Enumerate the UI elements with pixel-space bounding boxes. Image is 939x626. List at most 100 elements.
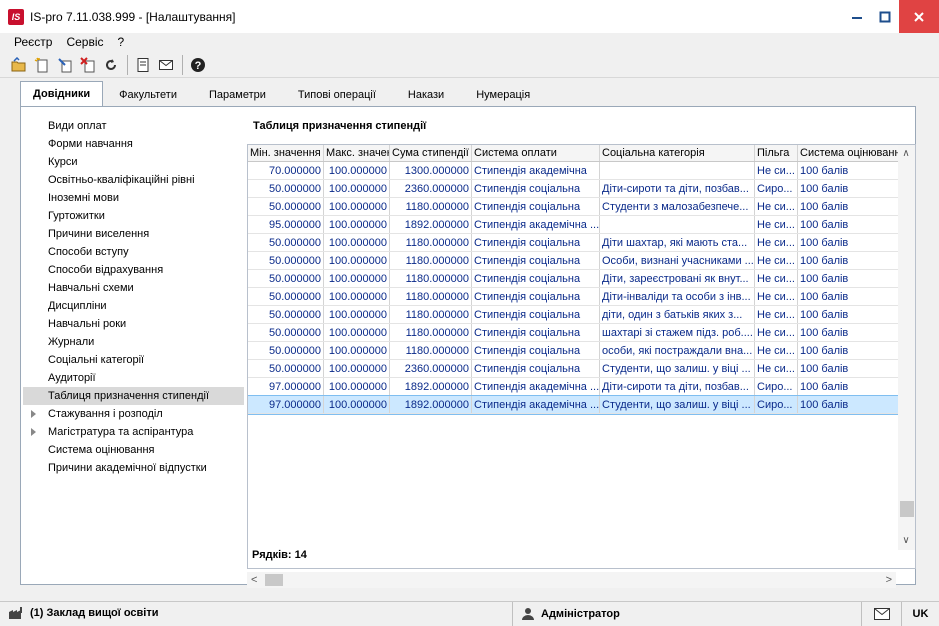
expand-arrow-icon[interactable] <box>31 428 36 436</box>
status-organization[interactable]: (1) Заклад вищої освіти <box>8 606 158 620</box>
table-row[interactable]: 50.000000 100.000000 1180.000000 Стипендія … <box>248 252 915 270</box>
vertical-scroll-thumb[interactable] <box>900 501 914 517</box>
table-row[interactable]: 50.000000 100.000000 1180.000000 Стипендія … <box>248 198 915 216</box>
column-header[interactable]: Пільга <box>755 145 798 161</box>
delete-button[interactable] <box>77 54 99 76</box>
table-cell: 100 балів <box>800 254 849 267</box>
table-row[interactable]: 50.000000 100.000000 1180.000000 Стипендія … <box>248 324 915 342</box>
tree-item-label: Дисципліни <box>48 300 107 312</box>
table-cell: 70.000000 <box>248 162 324 179</box>
tree-item[interactable]: Навчальні схеми <box>23 279 244 297</box>
table-row[interactable]: 50.000000 100.000000 2360.000000 Стипендія … <box>248 360 915 378</box>
table-cell: Стипендія академічна ... <box>472 396 600 413</box>
edit-button[interactable] <box>54 54 76 76</box>
tab-typical-operations[interactable]: Типові операції <box>282 84 392 106</box>
table-cell: 1180.000000 <box>390 234 472 251</box>
table-row[interactable]: 95.000000 100.000000 1892.000000 Стипендія … <box>248 216 915 234</box>
document-button[interactable] <box>132 54 154 76</box>
column-header[interactable]: Сума стипендії <box>390 145 472 161</box>
table-row[interactable]: 50.000000 100.000000 1180.000000 Стипендія … <box>248 342 915 360</box>
tree-item[interactable]: Журнали <box>23 333 244 351</box>
table-row[interactable]: 97.000000 100.000000 1892.000000 Стипендія … <box>248 378 915 396</box>
tree-item[interactable]: Аудиторії <box>23 369 244 387</box>
tree-item[interactable]: Таблиця призначення стипендії <box>23 387 244 405</box>
maximize-button[interactable] <box>871 0 899 33</box>
tree-item[interactable]: Стажування і розподіл <box>23 405 244 423</box>
tab-orders[interactable]: Накази <box>392 84 460 106</box>
tab-parameters[interactable]: Параметри <box>193 84 282 106</box>
table-cell: 100.000000 <box>324 270 390 287</box>
horizontal-scrollbar[interactable]: < > <box>247 572 896 588</box>
table-cell: Стипендія соціальна <box>472 198 600 215</box>
chevron-up-icon[interactable]: ∧ <box>901 149 911 159</box>
tree-item[interactable]: Курси <box>23 153 244 171</box>
column-header[interactable]: Система оплати <box>472 145 600 161</box>
open-button[interactable] <box>8 54 30 76</box>
chevron-down-icon[interactable]: ∨ <box>901 536 911 546</box>
tree-item[interactable]: Способи відрахування <box>23 261 244 279</box>
tree-item[interactable]: Дисципліни <box>23 297 244 315</box>
table-row[interactable]: 50.000000 100.000000 1180.000000 Стипендія … <box>248 288 915 306</box>
table-row[interactable]: 50.000000 100.000000 1180.000000 Стипендія … <box>248 306 915 324</box>
tab-directories[interactable]: Довідники <box>20 81 104 106</box>
table-cell: Сиро... <box>755 396 798 413</box>
vertical-scrollbar[interactable]: ∧ ∨ <box>898 145 915 550</box>
table-cell: Діти-сироти та діти, позбав... <box>600 180 755 197</box>
create-button[interactable] <box>31 54 53 76</box>
tree-item[interactable]: Соціальні категорії <box>23 351 244 369</box>
tree-item[interactable]: Причини академічної відпустки <box>23 459 244 477</box>
tree-item-label: Таблиця призначення стипендії <box>48 390 209 402</box>
table-row[interactable]: 70.000000 100.000000 1300.000000 Стипендія … <box>248 162 915 180</box>
help-button[interactable]: ? <box>187 54 209 76</box>
chevron-left-icon[interactable]: < <box>251 574 257 586</box>
table-row[interactable]: 97.000000 100.000000 1892.000000 Стипендія … <box>248 395 915 415</box>
mail-button[interactable] <box>155 54 177 76</box>
horizontal-scroll-thumb[interactable] <box>265 574 283 586</box>
table-cell: 50.000000 <box>248 306 324 323</box>
column-header[interactable]: Система оцінювання <box>798 145 901 161</box>
table-cell: Стипендія академічна ... <box>472 216 600 233</box>
status-mail-button[interactable] <box>861 602 901 626</box>
column-header[interactable]: Макс. значення <box>324 145 390 161</box>
tree-item[interactable]: Магістратура та аспірантура <box>23 423 244 441</box>
tab-faculties[interactable]: Факультети <box>103 84 193 106</box>
refresh-button[interactable] <box>100 54 122 76</box>
tab-numbering[interactable]: Нумерація <box>460 84 546 106</box>
open-folder-icon <box>11 56 26 71</box>
menu-help[interactable]: ? <box>111 35 132 49</box>
expand-arrow-icon[interactable] <box>31 410 36 418</box>
menu-registry[interactable]: Реєстр <box>0 35 59 49</box>
organization-label: (1) Заклад вищої освіти <box>30 607 159 619</box>
tree-item[interactable]: Гуртожитки <box>23 207 244 225</box>
tree-item[interactable]: Види оплат <box>23 117 244 135</box>
table-cell: 50.000000 <box>248 198 324 215</box>
table-cell: Сиро... <box>755 180 798 197</box>
table-row[interactable]: 50.000000 100.000000 1180.000000 Стипендія … <box>248 270 915 288</box>
table-cell: 100.000000 <box>324 396 390 413</box>
table-cell: 100 балів <box>800 398 849 411</box>
table-cell: 2360.000000 <box>390 180 472 197</box>
table-cell: 100.000000 <box>324 180 390 197</box>
column-header[interactable]: Мін. значення <box>248 145 324 161</box>
tree-item[interactable]: Способи вступу <box>23 243 244 261</box>
table-cell: Діти, зареєстровані як внут... <box>600 270 755 287</box>
chevron-right-icon[interactable]: > <box>886 574 892 586</box>
tree-item[interactable]: Іноземні мови <box>23 189 244 207</box>
minimize-button[interactable] <box>843 0 871 33</box>
column-header[interactable]: Соціальна категорія <box>600 145 755 161</box>
tree-item-label: Види оплат <box>48 120 107 132</box>
tree-item[interactable]: Навчальні роки <box>23 315 244 333</box>
menu-service[interactable]: Сервіс <box>59 35 110 49</box>
tree-item[interactable]: Причини виселення <box>23 225 244 243</box>
tree-item[interactable]: Система оцінювання <box>23 441 244 459</box>
tree-item[interactable]: Форми навчання <box>23 135 244 153</box>
table-row[interactable]: 50.000000 100.000000 1180.000000 Стипендія … <box>248 234 915 252</box>
table-row[interactable]: 50.000000 100.000000 2360.000000 Стипендія … <box>248 180 915 198</box>
table-cell: Не си... <box>755 198 798 215</box>
close-button[interactable] <box>899 0 939 33</box>
table-cell: 100 балів <box>800 380 849 393</box>
table-cell: 100.000000 <box>324 288 390 305</box>
language-indicator[interactable]: UK <box>901 602 939 626</box>
status-user[interactable]: Адміністратор <box>512 602 620 626</box>
tree-item[interactable]: Освітньо-кваліфікаційні рівні <box>23 171 244 189</box>
